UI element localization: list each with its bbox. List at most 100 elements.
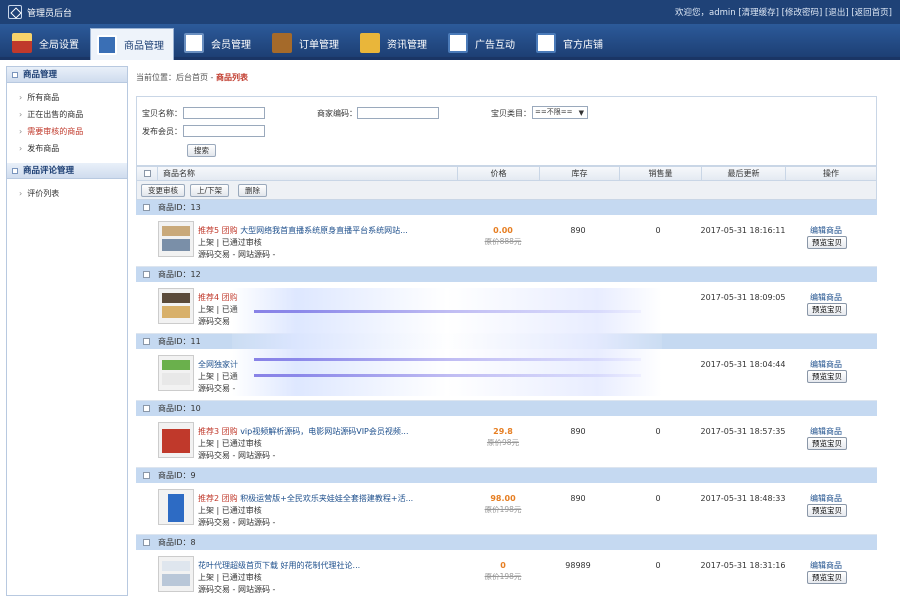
product-price: 0.00 bbox=[493, 226, 513, 235]
change-password-link[interactable]: [修改密码] bbox=[782, 8, 823, 18]
product-original-price: 原价198元 bbox=[484, 572, 522, 581]
product-type: 源码交易 bbox=[198, 317, 230, 326]
product-id: 商品ID：12 bbox=[158, 270, 201, 279]
toggle-shelf-button[interactable]: 上/下架 bbox=[190, 184, 230, 197]
group-header: 商品ID：13 bbox=[136, 200, 877, 215]
logo-icon bbox=[8, 5, 22, 19]
app-title: 管理员后台 bbox=[27, 9, 73, 19]
nav-goods-management[interactable]: 商品管理 bbox=[90, 28, 174, 60]
product-title-text: vip视频解析源码，电影网站源码VIP会员视频... bbox=[240, 427, 409, 436]
nav-label: 官方店铺 bbox=[563, 39, 603, 51]
sidebar-item-pending-review[interactable]: 需要审核的商品 bbox=[19, 123, 127, 140]
nav-label: 订单管理 bbox=[299, 39, 339, 51]
product-original-price: 原价98元 bbox=[486, 438, 520, 447]
nav-news-management[interactable]: 资讯管理 bbox=[360, 28, 440, 58]
collapse-icon bbox=[12, 167, 18, 174]
product-status: 上架 | 已通过审核 bbox=[198, 506, 262, 515]
nav-member-management[interactable]: 会员管理 bbox=[184, 28, 264, 58]
edit-product-link[interactable]: 编辑商品 bbox=[796, 426, 856, 437]
clear-cache-link[interactable]: [清理缓存] bbox=[738, 8, 779, 18]
ad-icon bbox=[448, 33, 468, 53]
house-icon bbox=[12, 33, 32, 53]
product-sales: 0 bbox=[655, 561, 661, 570]
product-original-price: 原价198元 bbox=[484, 505, 522, 514]
row-checkbox[interactable] bbox=[143, 204, 150, 211]
category-select[interactable]: ==不限== ▼ bbox=[532, 106, 588, 119]
edit-product-link[interactable]: 编辑商品 bbox=[796, 225, 856, 236]
product-id: 商品ID：8 bbox=[158, 538, 196, 547]
nav-order-management[interactable]: 订单管理 bbox=[272, 28, 352, 58]
select-all-checkbox[interactable] bbox=[144, 170, 151, 177]
return-home-link[interactable]: [返回首页] bbox=[851, 8, 892, 18]
sidebar-list: 所有商品 正在出售的商品 需要审核的商品 发布商品 bbox=[7, 83, 127, 163]
product-stock: 98989 bbox=[565, 561, 591, 570]
product-tag: 推荐5 团购 bbox=[198, 226, 238, 235]
product-status: 上架 | 已通过审核 bbox=[198, 573, 262, 582]
sidebar-section-header[interactable]: 商品管理 bbox=[7, 67, 127, 83]
product-updated: 2017-05-31 18:31:16 bbox=[700, 561, 786, 570]
row-checkbox[interactable] bbox=[143, 472, 150, 479]
product-title[interactable]: 花叶代理超级首页下载 好用的花制代理社论... bbox=[198, 560, 360, 571]
nav-global-settings[interactable]: 全局设置 bbox=[8, 28, 88, 58]
nav-label: 会员管理 bbox=[211, 39, 251, 51]
sidebar-item-all-goods[interactable]: 所有商品 bbox=[19, 89, 127, 106]
main-nav: 全局设置 商品管理 会员管理 订单管理 资讯管理 广告互动 官方店铺 bbox=[0, 24, 900, 60]
delete-button[interactable]: 删除 bbox=[238, 184, 267, 197]
breadcrumb-prefix: 当前位置： bbox=[136, 73, 176, 82]
product-updated: 2017-05-31 18:09:05 bbox=[700, 293, 786, 302]
nav-official-store[interactable]: 官方店铺 bbox=[536, 28, 616, 58]
row-checkbox[interactable] bbox=[143, 338, 150, 345]
product-status: 上架 | 已通过审核 bbox=[198, 238, 262, 247]
row-checkbox[interactable] bbox=[143, 405, 150, 412]
member-input[interactable] bbox=[183, 125, 265, 137]
product-stock: 890 bbox=[570, 226, 586, 235]
preview-product-button[interactable]: 预览宝贝 bbox=[807, 370, 847, 383]
table-row: 推荐5 团购 大型网络我首直播系统原身直播平台系统网站... 上架 | 已通过审… bbox=[136, 215, 877, 267]
nav-ad-interaction[interactable]: 广告互动 bbox=[448, 28, 528, 58]
edit-product-link[interactable]: 编辑商品 bbox=[796, 359, 856, 370]
product-updated: 2017-05-31 18:04:44 bbox=[700, 360, 786, 369]
search-button[interactable]: 搜索 bbox=[187, 144, 216, 157]
logout-link[interactable]: [退出] bbox=[825, 8, 849, 18]
shop-icon bbox=[97, 34, 117, 55]
product-id: 商品ID：10 bbox=[158, 404, 201, 413]
sidebar-item-reviews[interactable]: 评价列表 bbox=[19, 185, 127, 202]
product-title[interactable]: 推荐3 团购 vip视频解析源码，电影网站源码VIP会员视频... bbox=[198, 426, 409, 437]
product-thumbnail[interactable] bbox=[158, 489, 194, 525]
product-title[interactable]: 推荐5 团购 大型网络我首直播系统原身直播平台系统网站... bbox=[198, 225, 408, 236]
store-icon bbox=[536, 33, 556, 53]
sidebar-item-publish[interactable]: 发布商品 bbox=[19, 140, 127, 157]
sidebar-item-on-sale[interactable]: 正在出售的商品 bbox=[19, 106, 127, 123]
product-thumbnail[interactable] bbox=[158, 288, 194, 324]
row-checkbox[interactable] bbox=[143, 539, 150, 546]
col-stock: 库存 bbox=[539, 167, 619, 182]
product-stock: 890 bbox=[570, 494, 586, 503]
preview-product-button[interactable]: 预览宝贝 bbox=[807, 504, 847, 517]
user-area: 欢迎您，admin [清理缓存] [修改密码] [退出] [返回首页] bbox=[675, 6, 892, 18]
order-icon bbox=[272, 33, 292, 53]
product-title[interactable]: 推荐2 团购 积极运营版+全民欢乐夹娃娃全套搭建教程+活... bbox=[198, 493, 413, 504]
preview-product-button[interactable]: 预览宝贝 bbox=[807, 236, 847, 249]
edit-product-link[interactable]: 编辑商品 bbox=[796, 560, 856, 571]
edit-product-link[interactable]: 编辑商品 bbox=[796, 493, 856, 504]
preview-product-button[interactable]: 预览宝贝 bbox=[807, 303, 847, 316]
name-input[interactable] bbox=[183, 107, 265, 119]
row-checkbox[interactable] bbox=[143, 271, 150, 278]
product-status: 上架 | 已通过审核 bbox=[198, 439, 262, 448]
code-input[interactable] bbox=[357, 107, 439, 119]
sidebar-section-header[interactable]: 商品评论管理 bbox=[7, 163, 127, 179]
product-updated: 2017-05-31 18:57:35 bbox=[700, 427, 786, 436]
product-price: 98.00 bbox=[490, 494, 516, 503]
product-thumbnail[interactable] bbox=[158, 422, 194, 458]
edit-product-link[interactable]: 编辑商品 bbox=[796, 292, 856, 303]
product-thumbnail[interactable] bbox=[158, 221, 194, 257]
product-thumbnail[interactable] bbox=[158, 556, 194, 592]
product-sales: 0 bbox=[655, 427, 661, 436]
breadcrumb-home-link[interactable]: 后台首页 bbox=[176, 73, 208, 82]
product-thumbnail[interactable] bbox=[158, 355, 194, 391]
username: admin bbox=[708, 8, 736, 18]
preview-product-button[interactable]: 预览宝贝 bbox=[807, 571, 847, 584]
preview-product-button[interactable]: 预览宝贝 bbox=[807, 437, 847, 450]
change-review-button[interactable]: 变更审核 bbox=[141, 184, 185, 197]
table-row: 推荐3 团购 vip视频解析源码，电影网站源码VIP会员视频... 上架 | 已… bbox=[136, 416, 877, 468]
